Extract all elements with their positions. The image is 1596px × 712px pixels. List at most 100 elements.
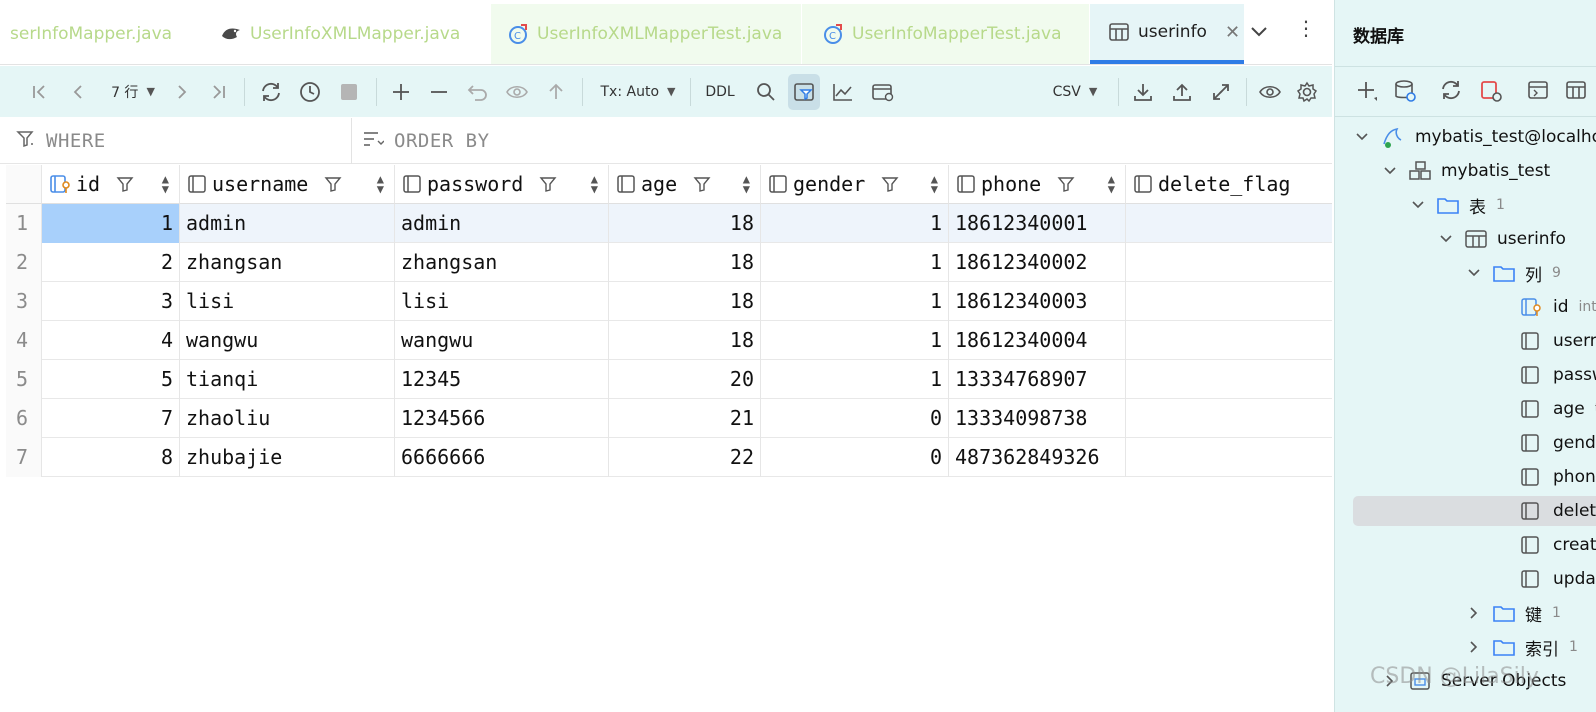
tree-node-column[interactable]: create_	[1521, 530, 1596, 560]
tree-node-keys-folder[interactable]: 键 1	[1467, 598, 1561, 628]
cell-id[interactable]: 5	[42, 360, 180, 399]
download-icon[interactable]	[1128, 66, 1158, 117]
delete-row-icon[interactable]	[424, 66, 454, 117]
tree-node-table-userinfo[interactable]: userinfo	[1439, 224, 1566, 254]
tab-userinfo[interactable]: userinfo ✕	[1090, 4, 1244, 64]
column-filter-icon[interactable]	[1057, 175, 1075, 193]
tree-node-column[interactable]: phone	[1521, 462, 1596, 492]
cell-gender[interactable]: 1	[761, 360, 949, 399]
cell-gender[interactable]: 0	[761, 438, 949, 477]
first-page-icon[interactable]	[28, 66, 52, 117]
column-filter-icon[interactable]	[539, 175, 557, 193]
history-clock-icon[interactable]	[295, 66, 325, 117]
sort-arrows-icon[interactable]: ▲ ▼	[931, 173, 938, 195]
column-filter-icon[interactable]	[881, 175, 899, 193]
tree-node-column[interactable]: passwo	[1521, 360, 1596, 390]
tab-userinfoxmlmapper[interactable]: UserInfoXMLMapper.java	[212, 4, 490, 64]
cell-id[interactable]: 3	[42, 282, 180, 321]
table-row[interactable]: 7 8 zhubajie 6666666 22 0 487362849326	[6, 438, 1332, 477]
cell-id[interactable]: 2	[42, 243, 180, 282]
compare-icon[interactable]	[1206, 66, 1236, 117]
tab-userinfomappertest[interactable]: C UserInfoMapperTest.java	[802, 4, 1089, 64]
cell-username[interactable]: tianqi	[180, 360, 395, 399]
gear-icon[interactable]	[1292, 66, 1322, 117]
cell-delete-flag[interactable]	[1126, 282, 1332, 321]
sort-arrows-icon[interactable]: ▲ ▼	[1108, 173, 1115, 195]
tree-node-schema[interactable]: mybatis_test	[1383, 156, 1550, 186]
add-datasource-icon[interactable]	[1355, 79, 1379, 107]
cell-phone[interactable]: 18612340003	[949, 282, 1126, 321]
cell-age[interactable]: 21	[609, 399, 761, 438]
table-row[interactable]: 5 5 tianqi 12345 20 1 13334768907	[6, 360, 1332, 399]
cell-gender[interactable]: 1	[761, 321, 949, 360]
column-header-username[interactable]: username ▲ ▼	[180, 165, 395, 204]
refresh-icon[interactable]	[1439, 79, 1463, 105]
column-header-phone[interactable]: phone ▲ ▼	[949, 165, 1126, 204]
table-row[interactable]: 4 4 wangwu wangwu 18 1 18612340004	[6, 321, 1332, 360]
more-options-icon[interactable]: ⋮	[1296, 18, 1316, 38]
cell-gender[interactable]: 0	[761, 399, 949, 438]
cell-phone[interactable]: 18612340004	[949, 321, 1126, 360]
cell-phone[interactable]: 487362849326	[949, 438, 1126, 477]
cell-password[interactable]: 12345	[395, 360, 609, 399]
view-settings-icon[interactable]	[868, 66, 898, 117]
table-row[interactable]: 2 2 zhangsan zhangsan 18 1 18612340002	[6, 243, 1332, 282]
chart-icon[interactable]	[828, 66, 858, 117]
close-icon[interactable]: ✕	[1225, 22, 1240, 43]
sort-arrows-icon[interactable]: ▲ ▼	[377, 173, 384, 195]
cell-delete-flag[interactable]	[1126, 243, 1332, 282]
last-page-icon[interactable]	[206, 66, 230, 117]
eye-icon[interactable]	[1254, 66, 1286, 117]
cell-age[interactable]: 18	[609, 282, 761, 321]
cell-phone[interactable]: 13334768907	[949, 360, 1126, 399]
cell-username[interactable]: zhubajie	[180, 438, 395, 477]
table-row[interactable]: 1 1 admin admin 18 1 18612340001	[6, 204, 1332, 243]
cell-password[interactable]: lisi	[395, 282, 609, 321]
cell-delete-flag[interactable]	[1126, 399, 1332, 438]
tree-node-index-folder[interactable]: 索引 1	[1467, 632, 1578, 662]
tree-node-column[interactable]: gender	[1521, 428, 1596, 458]
tab-userinfoxmlmappertest[interactable]: C UserInfoXMLMapperTest.java	[491, 4, 801, 64]
previous-page-icon[interactable]	[66, 66, 90, 117]
query-console-icon[interactable]	[1527, 79, 1549, 105]
refresh-icon[interactable]	[256, 66, 286, 117]
column-header-age[interactable]: age ▲ ▼	[609, 165, 761, 204]
filter-view-icon[interactable]	[788, 74, 820, 110]
tree-node-column[interactable]: age ti	[1521, 394, 1596, 424]
rows-per-page-selector[interactable]: 7 行 ▼	[104, 66, 162, 117]
sort-arrows-icon[interactable]: ▲ ▼	[591, 173, 598, 195]
cell-id[interactable]: 1	[42, 204, 180, 243]
tree-node-columns-folder[interactable]: 列 9	[1467, 258, 1561, 288]
transaction-mode-selector[interactable]: Tx: Auto ▼	[596, 66, 680, 117]
cell-phone[interactable]: 18612340002	[949, 243, 1126, 282]
tab-userinfomapper[interactable]: serInfoMapper.java	[6, 4, 211, 64]
preview-changes-icon[interactable]	[502, 66, 532, 117]
cell-password[interactable]: wangwu	[395, 321, 609, 360]
cell-username[interactable]: admin	[180, 204, 395, 243]
cell-gender[interactable]: 1	[761, 282, 949, 321]
tree-node-column[interactable]: id int u	[1521, 292, 1596, 322]
cell-id[interactable]: 8	[42, 438, 180, 477]
chevron-down-icon[interactable]	[1250, 22, 1268, 43]
column-header-password[interactable]: password ▲ ▼	[395, 165, 609, 204]
sort-arrows-icon[interactable]: ▲ ▼	[743, 173, 750, 195]
cell-password[interactable]: admin	[395, 204, 609, 243]
stop-icon[interactable]	[334, 66, 364, 117]
cell-phone[interactable]: 13334098738	[949, 399, 1126, 438]
cell-age[interactable]: 18	[609, 204, 761, 243]
cell-password[interactable]: zhangsan	[395, 243, 609, 282]
table-icon[interactable]	[1565, 79, 1587, 105]
cell-gender[interactable]: 1	[761, 243, 949, 282]
column-filter-icon[interactable]	[116, 175, 134, 193]
column-header-id[interactable]: id ▲ ▼	[42, 165, 180, 204]
tree-node-column[interactable]: userna	[1521, 326, 1596, 356]
cell-delete-flag[interactable]	[1126, 360, 1332, 399]
datasource-properties-icon[interactable]	[1393, 79, 1417, 107]
column-header-delete-flag[interactable]: delete_flag	[1126, 165, 1332, 204]
next-page-icon[interactable]	[170, 66, 194, 117]
cell-delete-flag[interactable]	[1126, 204, 1332, 243]
cell-age[interactable]: 18	[609, 321, 761, 360]
upload-icon[interactable]	[1167, 66, 1197, 117]
cell-username[interactable]: zhangsan	[180, 243, 395, 282]
cell-password[interactable]: 1234566	[395, 399, 609, 438]
